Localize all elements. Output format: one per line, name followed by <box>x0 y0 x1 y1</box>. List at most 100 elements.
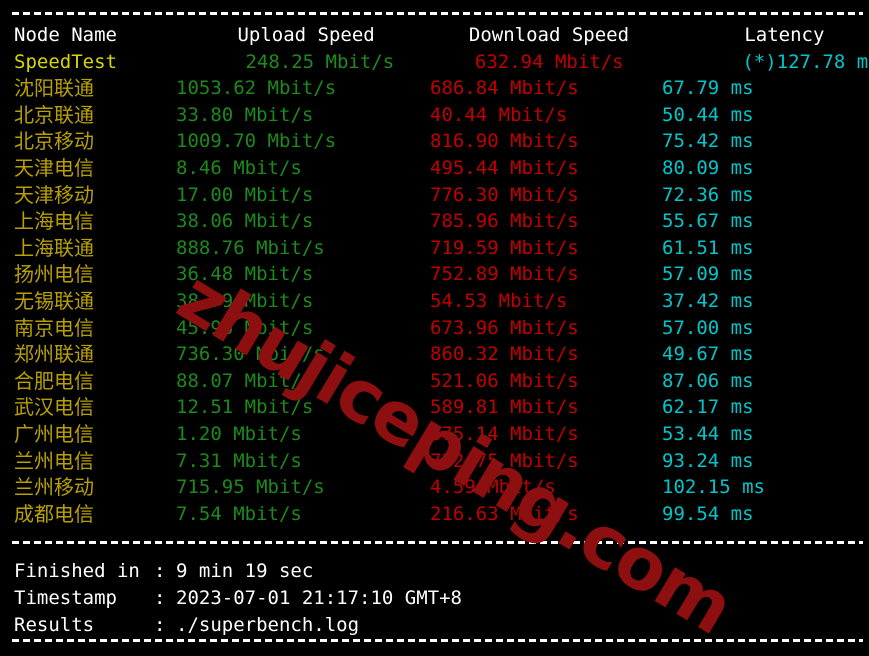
column-header-latency: Latency <box>744 24 825 46</box>
summary-row: Timestamp:2023-07-01 21:17:10 GMT+8 <box>14 585 462 612</box>
table-row: 合肥电信 88.07 Mbit/s 521.06 Mbit/s 87.06 ms <box>0 368 869 395</box>
row-node-name: 北京联通 <box>14 102 94 127</box>
row-upload-speed: 7.54 Mbit/s <box>176 502 302 525</box>
table-row: 沈阳联通 1053.62 Mbit/s 686.84 Mbit/s 67.79 ms <box>0 75 869 102</box>
row-latency: 87.06 ms <box>662 369 754 392</box>
row-node-name: 兰州移动 <box>14 475 94 500</box>
row-download-speed: 675.14 Mbit/s <box>430 422 579 445</box>
row-node-name: 成都电信 <box>14 501 94 526</box>
row-download-speed: 40.44 Mbit/s <box>430 103 568 126</box>
summary-colon: : <box>154 614 166 636</box>
row-upload-speed: 7.31 Mbit/s <box>176 449 302 472</box>
table-row: 上海电信 38.06 Mbit/s 785.96 Mbit/s 55.67 ms <box>0 208 869 235</box>
row-latency: 67.79 ms <box>662 77 754 100</box>
row-upload-speed: 33.80 Mbit/s <box>176 103 314 126</box>
row-download-speed: 521.06 Mbit/s <box>430 369 579 392</box>
summary-value: 9 min 19 sec <box>176 560 314 582</box>
summary-label: Timestamp <box>14 587 117 609</box>
separator-line-middle <box>12 541 863 544</box>
row-node-name: 北京移动 <box>14 129 94 154</box>
row-node-name: 无锡联通 <box>14 288 94 313</box>
row-latency: 53.44 ms <box>662 422 754 445</box>
row-node-name: 南京电信 <box>14 315 94 340</box>
table-row: 北京联通 33.80 Mbit/s 40.44 Mbit/s 50.44 ms <box>0 102 869 129</box>
row-upload-speed: 1053.62 Mbit/s <box>176 77 337 100</box>
row-download-speed: 860.32 Mbit/s <box>430 343 579 366</box>
table-body: 沈阳联通 1053.62 Mbit/s 686.84 Mbit/s 67.79 ms 北… <box>0 75 869 527</box>
table-row: 扬州电信 36.48 Mbit/s 752.89 Mbit/s 57.09 ms <box>0 261 869 288</box>
row-upload-speed: 88.07 Mbit/s <box>176 369 314 392</box>
row-node-name: 沈阳联通 <box>14 76 94 101</box>
row-latency: 93.24 ms <box>662 449 754 472</box>
row-node-name: 合肥电信 <box>14 368 94 393</box>
column-header-download-speed: Download Speed <box>468 24 630 46</box>
table-row: 无锡联通 38.79 Mbit/s 54.53 Mbit/s 37.42 ms <box>0 288 869 315</box>
summary-colon: : <box>154 587 166 609</box>
table-row: 天津电信 8.46 Mbit/s 495.44 Mbit/s 80.09 ms <box>0 155 869 182</box>
row-upload-speed: 1.20 Mbit/s <box>176 422 302 445</box>
row-latency: 75.42 ms <box>662 130 754 153</box>
table-header-row: Node Name Upload Speed Download Speed La… <box>0 22 869 49</box>
row-node-name: 兰州电信 <box>14 448 94 473</box>
row-node-name: 武汉电信 <box>14 395 94 420</box>
row-latency: 80.09 ms <box>662 156 754 179</box>
row-upload-speed: 8.46 Mbit/s <box>176 156 302 179</box>
row-upload-speed: 736.30 Mbit/s <box>176 343 325 366</box>
table-row: 武汉电信 12.51 Mbit/s 589.81 Mbit/s 62.17 ms <box>0 394 869 421</box>
summary-row: Finished in:9 min 19 sec <box>14 558 462 585</box>
row-upload-speed: 1009.70 Mbit/s <box>176 130 337 153</box>
row-upload-speed: 38.79 Mbit/s <box>176 289 314 312</box>
row-download-speed: 216.63 Mbit/s <box>430 502 579 525</box>
summary-value: 2023-07-01 21:17:10 GMT+8 <box>176 587 462 609</box>
row-download-speed: 673.96 Mbit/s <box>430 316 579 339</box>
row-download-speed: 785.96 Mbit/s <box>430 210 579 233</box>
separator-line-bottom <box>12 639 863 642</box>
row-upload-speed: 36.48 Mbit/s <box>176 263 314 286</box>
table-row: 北京移动 1009.70 Mbit/s 816.90 Mbit/s 75.42 ms <box>0 128 869 155</box>
summary-colon: : <box>154 560 166 582</box>
row-node-name: 扬州电信 <box>14 262 94 287</box>
row-latency: 62.17 ms <box>662 396 754 419</box>
row-upload-speed: 715.95 Mbit/s <box>176 476 325 499</box>
row-download-speed: 495.44 Mbit/s <box>430 156 579 179</box>
row-latency: 99.54 ms <box>662 502 754 525</box>
row-download-speed: 54.53 Mbit/s <box>430 289 568 312</box>
table-row: 上海联通 888.76 Mbit/s 719.59 Mbit/s 61.51 ms <box>0 235 869 262</box>
summary-row: Results: ./superbench.log <box>14 612 462 639</box>
speedtest-label: SpeedTest <box>14 50 117 73</box>
column-header-upload-speed: Upload Speed <box>237 24 375 46</box>
table-row: 兰州移动 715.95 Mbit/s 4.59 Mbit/s 102.15 ms <box>0 474 869 501</box>
summary-label: Results <box>14 614 95 636</box>
table-row: 南京电信 45.96 Mbit/s 673.96 Mbit/s 57.00 ms <box>0 315 869 342</box>
table-row: 广州电信 1.20 Mbit/s 675.14 Mbit/s 53.44 ms <box>0 421 869 448</box>
speedtest-latency-value: (*)127.78 ms <box>742 50 869 73</box>
row-download-speed: 752.89 Mbit/s <box>430 263 579 286</box>
speedtest-upload-value: 248.25 Mbit/s <box>245 50 395 73</box>
table-row: 成都电信 7.54 Mbit/s 216.63 Mbit/s 99.54 ms <box>0 501 869 528</box>
row-upload-speed: 45.96 Mbit/s <box>176 316 314 339</box>
row-node-name: 上海联通 <box>14 235 94 260</box>
row-node-name: 广州电信 <box>14 421 94 446</box>
row-download-speed: 4.59 Mbit/s <box>430 476 556 499</box>
table-row: 天津移动 17.00 Mbit/s 776.30 Mbit/s 72.36 ms <box>0 182 869 209</box>
row-upload-speed: 888.76 Mbit/s <box>176 236 325 259</box>
summary-value: ./superbench.log <box>176 614 360 636</box>
row-latency: 72.36 ms <box>662 183 754 206</box>
row-latency: 61.51 ms <box>662 236 754 259</box>
row-latency: 55.67 ms <box>662 210 754 233</box>
table-row: 兰州电信 7.31 Mbit/s 752.75 Mbit/s 93.24 ms <box>0 448 869 475</box>
row-node-name: 天津移动 <box>14 182 94 207</box>
speedtest-summary-row: SpeedTest 248.25 Mbit/s 632.94 Mbit/s (*… <box>0 49 869 76</box>
summary-label: Finished in <box>14 560 140 582</box>
terminal-window: Node Name Upload Speed Download Speed La… <box>0 0 869 656</box>
row-download-speed: 719.59 Mbit/s <box>430 236 579 259</box>
row-node-name: 天津电信 <box>14 155 94 180</box>
row-upload-speed: 17.00 Mbit/s <box>176 183 314 206</box>
row-latency: 37.42 ms <box>662 289 754 312</box>
row-download-speed: 752.75 Mbit/s <box>430 449 579 472</box>
row-upload-speed: 38.06 Mbit/s <box>176 210 314 233</box>
speedtest-download-value: 632.94 Mbit/s <box>474 50 624 73</box>
row-latency: 57.00 ms <box>662 316 754 339</box>
table-row: 郑州联通 736.30 Mbit/s 860.32 Mbit/s 49.67 ms <box>0 341 869 368</box>
separator-line-top <box>12 12 863 15</box>
